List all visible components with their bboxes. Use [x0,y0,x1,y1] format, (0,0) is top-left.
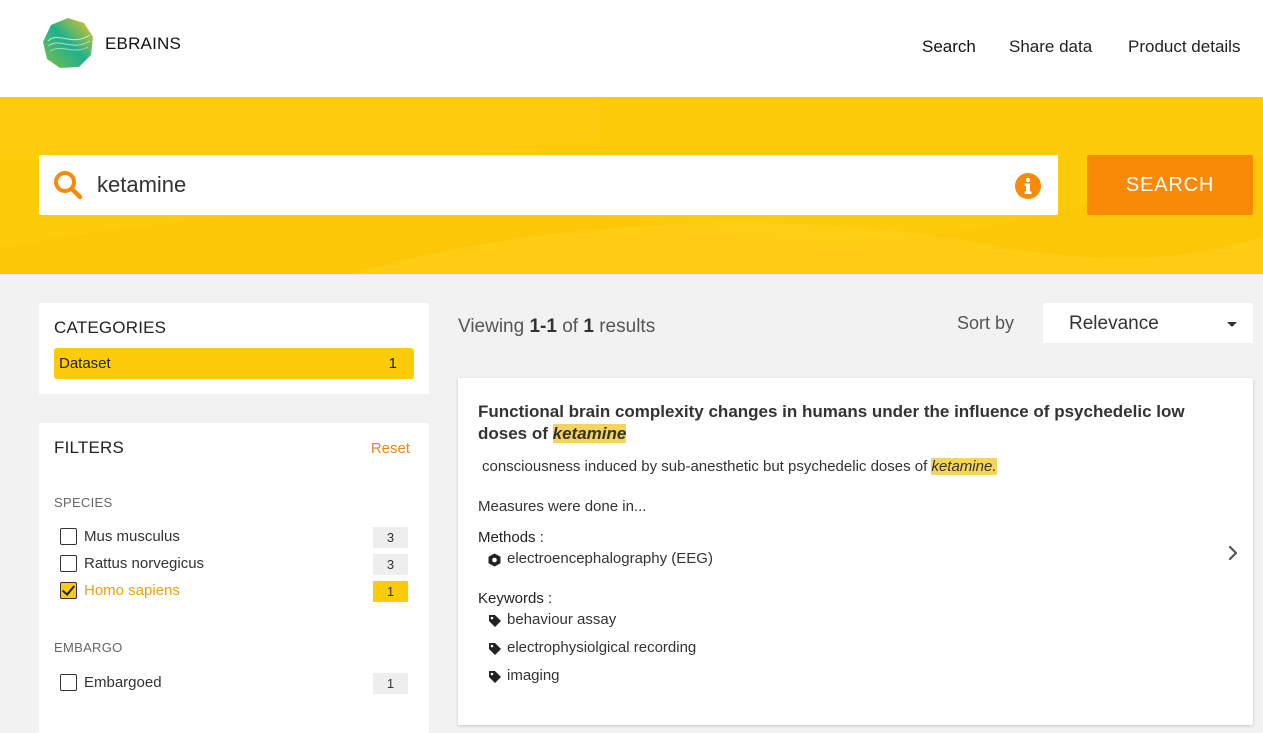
methods-label: Methods [478,529,536,546]
results-range: 1-1 [529,316,557,337]
snippet-text: consciousness induced by sub-anesthetic … [482,458,928,475]
facet-label: Embargoed [84,674,162,691]
facet-mus-musculus[interactable]: Mus musculus 3 [60,526,410,548]
checkbox-icon[interactable] [60,674,77,691]
search-input[interactable] [97,165,997,205]
result-more-text: Measures were done in... [478,498,647,515]
chevron-right-icon[interactable] [1226,545,1240,561]
viewing-suffix: results [599,316,656,337]
tag-icon [489,671,501,683]
facet-count-badge: 1 [373,673,408,694]
nav-product-details[interactable]: Product details [1128,37,1240,57]
result-title[interactable]: Functional brain complexity changes in h… [478,401,1218,445]
method-label: electroencephalography (EEG) [507,550,713,567]
keyword-label: behaviour assay [507,611,617,628]
search-banner: SEARCH [0,97,1263,274]
tag-icon [489,643,501,655]
checkbox-icon[interactable] [60,555,77,572]
results-count: Viewing 1-1 of 1 results [458,316,655,338]
caret-down-icon [1227,322,1237,327]
keywords-heading: Keywords : [478,590,553,607]
viewing-prefix: Viewing [458,316,525,337]
embargo-section-title: EMBARGO [54,640,123,655]
facet-homo-sapiens[interactable]: Homo sapiens 1 [60,580,410,602]
categories-panel: CATEGORIES Dataset 1 [39,303,429,394]
facet-count-badge: 3 [373,554,408,575]
checkbox-checked-icon[interactable] [60,582,77,599]
nav-share-data[interactable]: Share data [1009,37,1092,57]
sort-value: Relevance [1069,313,1159,334]
search-button[interactable]: SEARCH [1087,155,1253,215]
categories-title: CATEGORIES [54,318,167,337]
category-item-dataset[interactable]: Dataset 1 [54,348,414,379]
checkbox-icon[interactable] [60,528,77,545]
ebrains-logo-icon[interactable] [42,17,94,69]
species-section-title: SPECIES [54,495,113,510]
facet-label: Homo sapiens [84,582,180,599]
sort-label: Sort by [957,313,1015,333]
keyword-label: imaging [507,667,560,684]
filters-panel: FILTERS Reset SPECIES Mus musculus 3 Rat… [39,423,429,733]
facet-label: Mus musculus [84,528,180,545]
nav-search[interactable]: Search [922,37,976,57]
result-card[interactable]: Functional brain complexity changes in h… [458,378,1253,725]
search-box [39,155,1058,215]
facet-count-badge: 3 [373,527,408,548]
category-count: 1 [388,355,397,372]
keyword-label: electrophysiolgical recording [507,639,697,656]
facet-label: Rattus norvegicus [84,555,205,572]
reset-filters-link[interactable]: Reset [371,440,410,457]
snippet-highlight: ketamine. [931,458,997,475]
info-icon[interactable] [1014,172,1042,200]
methods-heading: Methods : [478,529,544,546]
top-navigation-bar: EBRAINS Search Share data Product detail… [0,0,1263,97]
facet-rattus-norvegicus[interactable]: Rattus norvegicus 3 [60,553,410,575]
result-snippet: consciousness induced by sub-anesthetic … [482,458,997,475]
category-label: Dataset [59,355,111,372]
facet-count-badge: 1 [373,581,408,602]
filters-title: FILTERS [54,438,125,457]
tag-icon [489,615,501,627]
search-icon[interactable] [53,170,83,200]
brand-name: EBRAINS [105,34,182,53]
results-total: 1 [583,316,594,337]
sort-select[interactable]: Relevance [1043,303,1253,343]
facet-embargoed[interactable]: Embargoed 1 [60,672,410,694]
keywords-label: Keywords [478,590,544,607]
hexagon-icon [488,553,501,567]
result-title-highlight: ketamine [552,424,627,443]
viewing-of: of [562,316,579,337]
